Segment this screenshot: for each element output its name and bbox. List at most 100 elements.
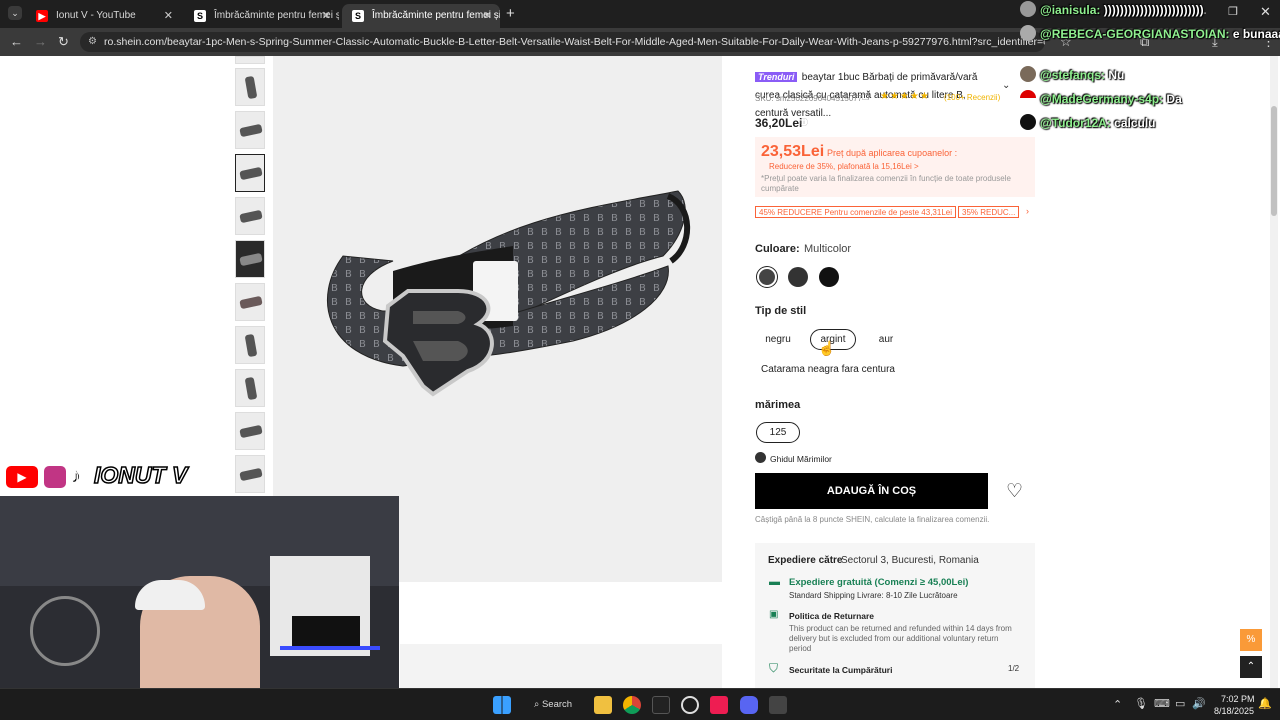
belt-thumb-shape xyxy=(239,252,263,267)
close-icon[interactable]: ✕ xyxy=(322,9,331,22)
forward-icon[interactable]: → xyxy=(34,34,47,49)
tab-list-chevron-icon[interactable]: ⌄ xyxy=(8,6,22,20)
tiktok-icon[interactable] xyxy=(710,696,728,714)
close-window-icon[interactable]: ✕ xyxy=(1260,4,1271,20)
return-text: This product can be returned and refunde… xyxy=(789,624,1012,653)
thumbnail[interactable] xyxy=(235,56,265,64)
truck-icon: ▬ xyxy=(769,576,780,588)
style-option-catarama[interactable]: Catarama neagra fara centura xyxy=(755,359,901,380)
minimize-icon[interactable]: — xyxy=(1194,5,1206,19)
address-toolbar: ← → ↻ ⚙ ro.shein.com/beaytar-1pc-Men-s-S… xyxy=(0,28,1280,56)
browser-tab-strip: ⌄ ▶ Ionut V - YouTube ✕ S Îmbrăcăminte p… xyxy=(0,0,1280,28)
belt-thumb-shape xyxy=(244,75,258,100)
terminal-icon[interactable] xyxy=(652,696,670,714)
lower-image-panel xyxy=(400,644,722,688)
style-option-aur[interactable]: aur xyxy=(866,329,906,350)
site-info-icon[interactable]: ⚙ xyxy=(88,36,97,47)
color-swatch[interactable] xyxy=(788,267,808,287)
volume-icon[interactable]: 🔊 xyxy=(1192,697,1206,710)
coupon-1[interactable]: 45% REDUCERE Pentru comenzile de peste 4… xyxy=(755,206,956,218)
url-bar[interactable]: ⚙ ro.shein.com/beaytar-1pc-Men-s-Spring-… xyxy=(80,32,1045,52)
shipping-destination[interactable]: Sectorul 3, Bucuresti, Romania xyxy=(841,555,979,566)
clock-time[interactable]: 7:02 PM xyxy=(1221,694,1255,704)
back-icon[interactable]: ← xyxy=(10,34,23,49)
notification-bell-icon[interactable]: 🔔 xyxy=(1258,697,1272,710)
instagram-logo-icon xyxy=(42,464,68,490)
thumbnail[interactable] xyxy=(235,240,265,278)
tab-shein-2[interactable]: S Îmbrăcăminte pentru femei și b ✕ xyxy=(342,4,500,28)
back-to-top-button[interactable]: ⌃ xyxy=(1240,656,1262,678)
return-title: Politica de Returnare xyxy=(789,611,875,621)
restore-icon[interactable]: ❐ xyxy=(1228,5,1238,18)
size-guide-link[interactable]: Ghidul Mărimilor xyxy=(770,454,832,464)
tab-youtube[interactable]: ▶ Ionut V - YouTube ✕ xyxy=(26,4,181,28)
tray-chevron-icon[interactable]: ⌃ xyxy=(1113,698,1122,711)
tiktok-logo-icon: ♪ xyxy=(70,464,80,486)
shipping-label: Expediere către xyxy=(768,555,843,566)
thumbnail[interactable] xyxy=(235,111,265,149)
thumbnail[interactable] xyxy=(235,455,265,493)
shipping-box: Expediere către Sectorul 3, Bucuresti, R… xyxy=(755,543,1035,688)
coupon-2[interactable]: 35% REDUC... xyxy=(958,206,1020,218)
thumbnail-selected[interactable] xyxy=(235,154,265,192)
security-pager[interactable]: 1/2 xyxy=(1008,664,1019,673)
mouse-cursor-icon: ☝ xyxy=(818,340,836,356)
standard-shipping: Standard Shipping Livrare: 8-10 Zile Luc… xyxy=(789,591,958,600)
file-explorer-icon[interactable] xyxy=(594,696,612,714)
shein-icon: S xyxy=(352,10,364,22)
search-icon: ⌕ xyxy=(534,699,540,710)
size-option-125[interactable]: 125 xyxy=(756,422,800,443)
belt-thumb-shape xyxy=(239,467,263,482)
keyboard-icon[interactable]: ⌨ xyxy=(1154,697,1170,710)
channel-name: IONUT V xyxy=(93,461,188,489)
thumbnail[interactable] xyxy=(235,197,265,235)
scrollbar[interactable] xyxy=(1270,56,1278,688)
webcam-led xyxy=(280,646,380,650)
microphone-icon[interactable]: 🎙 xyxy=(1134,697,1148,710)
close-icon[interactable]: ✕ xyxy=(483,9,492,22)
promo-label: Preț după aplicarea cupoanelor : xyxy=(827,148,958,158)
bookmark-star-icon[interactable]: ☆ xyxy=(1060,34,1072,50)
sku: SKU: sm25022696404515077 xyxy=(755,94,863,103)
tab-title: Ionut V - YouTube xyxy=(56,10,136,21)
points-note: Câștigă până la 8 puncte SHEIN, calculat… xyxy=(755,515,990,524)
copy-icon[interactable]: ❐ xyxy=(862,93,869,102)
coupon-next-icon[interactable]: › xyxy=(1026,206,1029,216)
taskbar-search[interactable]: ⌕ Search xyxy=(524,694,584,716)
extensions-icon[interactable]: ⧉ xyxy=(1140,34,1149,50)
threads-icon[interactable] xyxy=(681,696,699,714)
thumbnail[interactable] xyxy=(235,283,265,321)
menu-icon[interactable]: ⋮ xyxy=(1262,34,1275,50)
style-label: Tip de stil xyxy=(755,305,807,317)
discord-icon[interactable] xyxy=(740,696,758,714)
close-icon[interactable]: ✕ xyxy=(164,9,173,22)
download-icon[interactable]: ⤓ xyxy=(1212,34,1218,50)
chrome-icon[interactable] xyxy=(623,696,641,714)
thumbnail[interactable] xyxy=(235,326,265,364)
scrollbar-thumb[interactable] xyxy=(1271,106,1277,216)
color-label: Culoare: xyxy=(755,243,800,255)
add-to-cart-button[interactable]: ADAUGĂ ÎN COȘ xyxy=(755,473,988,509)
price-info-icon[interactable]: ⓘ xyxy=(800,117,808,128)
calculator-icon[interactable] xyxy=(769,696,787,714)
tab-shein-1[interactable]: S Îmbrăcăminte pentru femei și b ✕ xyxy=(184,4,339,28)
reviews-link[interactable]: (100+ Recenzii) xyxy=(944,93,1000,102)
reload-icon[interactable]: ↻ xyxy=(58,34,69,50)
wishlist-heart-icon[interactable]: ♡ xyxy=(1006,480,1023,503)
network-icon[interactable]: ▭ xyxy=(1175,697,1185,710)
coupon-float-button[interactable]: % xyxy=(1240,629,1262,651)
windows-start-icon[interactable] xyxy=(493,696,511,714)
new-tab-icon[interactable]: + xyxy=(506,5,515,22)
size-guide-icon[interactable] xyxy=(755,452,766,463)
clock-date[interactable]: 8/18/2025 xyxy=(1214,706,1254,716)
thumbnail[interactable] xyxy=(235,369,265,407)
style-option-negru[interactable]: negru xyxy=(755,329,801,350)
shein-icon: S xyxy=(194,10,206,22)
promo-discount[interactable]: Reducere de 35%, plafonată la 15,16Lei > xyxy=(769,162,919,171)
color-swatch[interactable] xyxy=(819,267,839,287)
thumbnail[interactable] xyxy=(235,68,265,106)
thumbnail[interactable] xyxy=(235,412,265,450)
tab-title: Îmbrăcăminte pentru femei și b xyxy=(214,10,339,21)
expand-title-icon[interactable]: ⌄ xyxy=(1002,80,1010,91)
color-swatch-selected[interactable] xyxy=(757,267,777,287)
